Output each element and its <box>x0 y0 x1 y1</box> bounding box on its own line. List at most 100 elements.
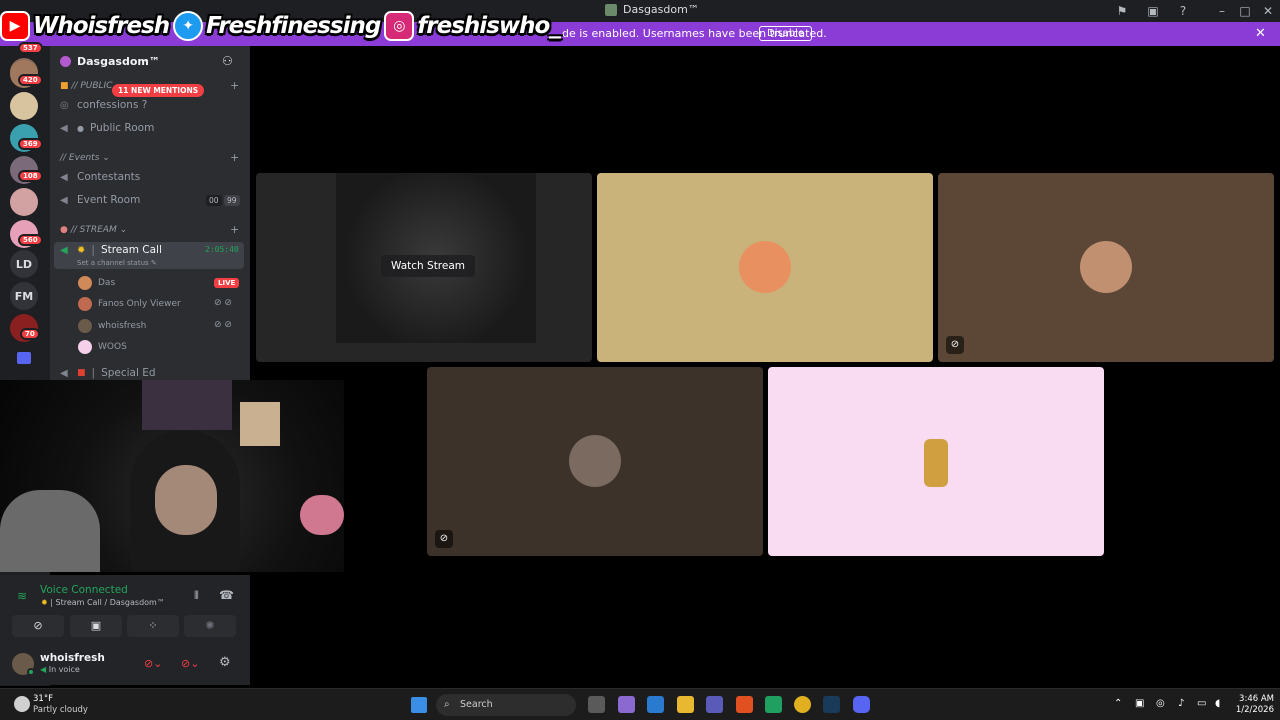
signal-icon[interactable]: ≋ <box>17 589 27 603</box>
minimize-icon[interactable]: – <box>1214 3 1230 19</box>
app-icon[interactable] <box>765 696 782 713</box>
weather-icon[interactable] <box>14 696 30 712</box>
speaker-icon: ◀ <box>40 665 47 674</box>
inbox-icon[interactable]: ▣ <box>1145 3 1161 19</box>
clock[interactable]: 3:46 AM 1/2/2026 <box>1228 694 1274 716</box>
close-window-icon[interactable]: ✕ <box>1260 3 1276 19</box>
activities-button[interactable]: ⁘ <box>127 615 179 637</box>
weather-widget[interactable]: 31°F Partly cloudy <box>33 694 88 716</box>
camera-off-button[interactable]: ⊘ <box>12 615 64 637</box>
server-icon[interactable] <box>10 92 38 120</box>
server-icon[interactable] <box>10 188 38 216</box>
noise-suppression-icon[interactable]: ⦀ <box>194 589 199 603</box>
disable-button[interactable]: Disable <box>759 26 813 41</box>
disconnect-icon[interactable]: ☎ <box>219 588 234 602</box>
voice-user[interactable]: WOOS <box>78 340 127 354</box>
search-placeholder: Search <box>460 699 493 710</box>
stream-tile[interactable]: Watch Stream <box>256 173 592 362</box>
plush <box>300 495 344 535</box>
new-mentions-badge[interactable]: 11 NEW MENTIONS <box>112 84 205 97</box>
add-channel-icon[interactable]: + <box>230 223 239 236</box>
category-public[interactable]: ■ // PUBLIC <box>60 81 112 91</box>
folder-icon[interactable] <box>17 352 31 364</box>
stream-call-row: ◀ ✹ | Stream Call <box>60 244 162 256</box>
guild-header[interactable]: Dasgasdom™ ⌄ ⚇ <box>50 46 250 78</box>
participant-tile[interactable] <box>597 173 933 362</box>
tray-app-icon[interactable]: ▣ <box>1135 698 1144 709</box>
poster <box>240 402 280 446</box>
taskbar: 31°F Partly cloudy ⌕ Search ⌃ ▣ ◎ ♪ ▭ ◖ … <box>0 688 1280 720</box>
chrome-icon[interactable] <box>794 696 811 713</box>
server-fm[interactable]: FM <box>10 282 38 310</box>
close-notice-icon[interactable]: ✕ <box>1255 26 1266 41</box>
screen-share-button[interactable]: ▣ <box>70 615 122 637</box>
speaker-icon: ◀ <box>60 244 68 256</box>
deafened-icon: ⊘ ⊘ <box>214 320 232 330</box>
speaker-icon: ◀ <box>60 194 68 206</box>
volume-icon[interactable]: ◖ <box>1215 698 1220 709</box>
divider: | <box>91 244 95 256</box>
participant-tile[interactable]: ⊘ <box>427 367 763 556</box>
channel-label: confessions ? <box>77 99 148 111</box>
category-events[interactable]: // Events ⌄ <box>60 153 110 163</box>
channel-contestants[interactable]: ◀ Contestants <box>60 171 140 183</box>
teams-icon[interactable] <box>706 696 723 713</box>
server-ld[interactable]: LD <box>10 250 38 278</box>
guild-icon <box>60 56 71 67</box>
channel-status[interactable]: Set a channel status ✎ <box>77 259 157 267</box>
voice-user[interactable]: Das <box>78 276 115 290</box>
screen-share-icon: ▣ <box>90 619 102 632</box>
category-stream[interactable]: ● // STREAM ⌄ <box>60 225 127 235</box>
voice-user-name: Fanos Only Viewer <box>98 299 181 309</box>
windows-start-icon[interactable] <box>411 697 427 713</box>
add-channel-icon[interactable]: + <box>230 79 239 92</box>
voice-user[interactable]: whoisfresh <box>78 319 146 333</box>
copilot-icon[interactable] <box>618 696 635 713</box>
user-limit: 99 <box>224 195 240 206</box>
social-handle: freshiswho_ <box>417 13 561 39</box>
gear-icon[interactable]: ⚙ <box>219 655 231 670</box>
soundboard-button[interactable]: ✺ <box>184 615 236 637</box>
help-icon[interactable]: ? <box>1175 3 1191 19</box>
brave-icon[interactable] <box>736 696 753 713</box>
file-explorer-icon[interactable] <box>677 696 694 713</box>
social-overlay: ▶ Whoisfresh ✦ Freshfinessing ◎ freshisw… <box>0 8 561 44</box>
watch-stream-button[interactable]: Watch Stream <box>381 255 476 277</box>
discord-icon[interactable] <box>853 696 870 713</box>
add-member-icon[interactable]: ⚇ <box>222 54 233 68</box>
network-icon[interactable]: ◎ <box>1156 698 1165 709</box>
channel-confessions[interactable]: ◎ confessions ? <box>60 99 147 111</box>
channel-special-ed[interactable]: ◀ ■ | Special Ed <box>60 367 156 379</box>
youtube-icon: ▶ <box>0 11 30 41</box>
task-view-icon[interactable] <box>588 696 605 713</box>
user-count: 00 <box>206 195 222 206</box>
muted-icon: ⊘ ⊘ <box>214 298 232 308</box>
participant-tile[interactable] <box>768 367 1104 556</box>
voice-user-name: whoisfresh <box>98 321 147 331</box>
channel-sidebar: Dasgasdom™ ⌄ ⚇ ■ // PUBLIC + 11 NEW MENT… <box>50 46 250 380</box>
steam-icon[interactable] <box>823 696 840 713</box>
camera-off-icon: ⊘ <box>33 619 43 632</box>
category-label: // Events <box>60 153 100 163</box>
avatar <box>78 340 92 354</box>
mic-muted-icon[interactable]: ⊘⌄ <box>144 657 162 670</box>
taskbar-search[interactable]: ⌕ Search <box>436 694 576 716</box>
microphone-icon[interactable]: ♪ <box>1178 698 1184 709</box>
store-icon[interactable] <box>647 696 664 713</box>
flag-icon[interactable]: ⚑ <box>1114 3 1130 19</box>
category-label: // PUBLIC <box>71 81 113 91</box>
channel-event-room[interactable]: ◀ Event Room <box>60 194 140 206</box>
participant-tile[interactable]: ⊘ <box>938 173 1274 362</box>
add-channel-icon[interactable]: + <box>230 151 239 164</box>
channel-public-room[interactable]: ◀ ● Public Room <box>60 122 154 134</box>
voice-location[interactable]: ✹ | Stream Call / Dasgasdom™ <box>41 598 165 607</box>
social-instagram: ◎ freshiswho_ <box>384 11 561 41</box>
voice-location-text: Stream Call / Dasgasdom™ <box>55 598 165 607</box>
call-timer: 2:05:40 <box>205 245 239 254</box>
voice-user[interactable]: Fanos Only Viewer <box>78 297 181 311</box>
voice-user-name: WOOS <box>98 342 127 352</box>
display-icon[interactable]: ▭ <box>1197 698 1206 709</box>
chevron-up-icon[interactable]: ⌃ <box>1114 698 1122 709</box>
deafen-icon[interactable]: ⊘⌄ <box>181 657 199 670</box>
maximize-icon[interactable]: □ <box>1237 3 1253 19</box>
